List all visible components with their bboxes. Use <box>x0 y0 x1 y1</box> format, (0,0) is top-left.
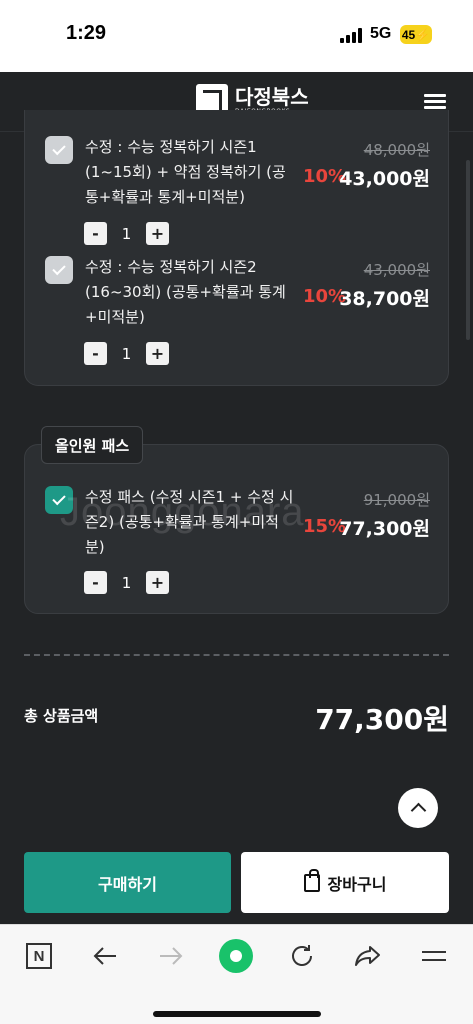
green-dot-icon <box>219 939 253 973</box>
refresh-icon <box>292 945 312 966</box>
check-icon <box>52 141 66 156</box>
forward-button[interactable] <box>154 939 188 973</box>
original-price: 43,000원 <box>363 261 430 279</box>
total-amount: 77,300원 <box>315 703 449 736</box>
share-icon <box>355 946 380 966</box>
arrow-left-icon <box>93 947 116 965</box>
item-name: 수정 : 수능 정복하기 시즌2 (16~30회) (공통+확률과 통계+미적분… <box>85 258 286 326</box>
quantity-value: 1 <box>121 224 132 243</box>
plus-button[interactable]: + <box>146 571 169 594</box>
total-label: 총 상품금액 <box>24 707 99 725</box>
shopping-bag-icon <box>303 868 320 892</box>
green-dot-button[interactable] <box>219 939 253 973</box>
quantity-value: 1 <box>121 344 132 363</box>
cart-button-label: 장바구니 <box>327 874 387 894</box>
home-indicator <box>153 1011 321 1017</box>
sale-price: 77,300원 <box>339 518 430 540</box>
browser-menu-button[interactable] <box>417 939 451 973</box>
quantity-stepper: - 1 + <box>84 222 169 245</box>
check-icon <box>52 261 66 276</box>
minus-button[interactable]: - <box>84 222 107 245</box>
chevron-up-icon <box>410 802 426 819</box>
arrow-right-icon <box>160 947 183 965</box>
quantity-value: 1 <box>121 573 132 592</box>
minus-button[interactable]: - <box>84 571 107 594</box>
back-button[interactable] <box>88 939 122 973</box>
quantity-stepper: - 1 + <box>84 342 169 365</box>
plus-button[interactable]: + <box>146 222 169 245</box>
status-bar: 1:29 5G 45 ⚡ <box>0 0 473 72</box>
scrollbar[interactable] <box>466 160 470 340</box>
item-checkbox[interactable] <box>45 136 73 164</box>
refresh-button[interactable] <box>285 939 319 973</box>
share-button[interactable] <box>351 939 385 973</box>
item-name: 수정 : 수능 정복하기 시즌1 (1~15회) + 약점 정복하기 (공통+확… <box>85 138 286 206</box>
quantity-stepper: - 1 + <box>84 571 169 594</box>
sale-price: 38,700원 <box>339 288 430 310</box>
naver-home-button[interactable]: N <box>22 939 56 973</box>
battery-icon: 45 ⚡ <box>400 25 432 44</box>
item-checkbox[interactable] <box>45 256 73 284</box>
network-label: 5G <box>370 25 392 42</box>
browser-toolbar: N <box>0 924 473 1024</box>
original-price: 91,000원 <box>363 491 430 509</box>
original-price: 48,000원 <box>363 141 430 159</box>
signal-icon <box>340 28 364 43</box>
battery-level: 45 <box>401 27 416 42</box>
minus-button[interactable]: - <box>84 342 107 365</box>
naver-n-icon: N <box>26 943 52 969</box>
plus-button[interactable]: + <box>146 342 169 365</box>
product-card: 수정 : 수능 정복하기 시즌1 (1~15회) + 약점 정복하기 (공통+확… <box>24 110 449 386</box>
logo-name: 다정북스 <box>235 84 309 109</box>
watermark: Joonggonara <box>60 490 305 534</box>
menu-icon <box>422 951 446 961</box>
divider <box>24 654 449 656</box>
scroll-top-button[interactable] <box>398 788 438 828</box>
status-time: 1:29 <box>66 22 107 44</box>
sale-price: 43,000원 <box>339 168 430 190</box>
buy-button[interactable]: 구매하기 <box>24 852 231 913</box>
cart-button[interactable]: 장바구니 <box>241 852 449 913</box>
hamburger-menu-icon[interactable] <box>424 94 446 110</box>
pass-tag: 올인원 패스 <box>41 426 144 464</box>
